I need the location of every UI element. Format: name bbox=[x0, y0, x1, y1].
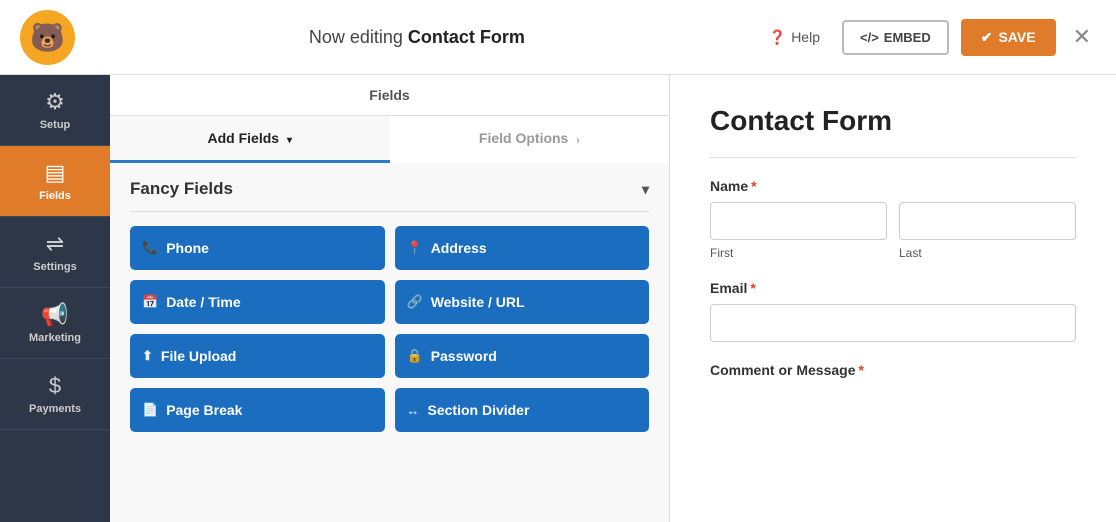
comment-required-star: * bbox=[858, 362, 863, 378]
calendar-icon: 📅 bbox=[142, 294, 158, 310]
fields-header-text: Fields bbox=[369, 87, 409, 103]
fields-panel-header: Fields bbox=[110, 75, 669, 116]
page-break-icon: 📄 bbox=[142, 402, 158, 418]
gear-icon: ⚙ bbox=[45, 89, 65, 115]
tabs-row: Add Fields ▾ Field Options › bbox=[110, 116, 669, 163]
name-label: Name * bbox=[710, 178, 1076, 194]
close-button[interactable]: ✕ bbox=[1068, 24, 1096, 50]
address-label: Address bbox=[431, 240, 487, 256]
field-btn-file-upload[interactable]: ⬆ File Upload bbox=[130, 334, 385, 378]
name-label-text: Name bbox=[710, 178, 748, 194]
field-options-chevron: › bbox=[576, 135, 579, 146]
name-required-star: * bbox=[751, 178, 756, 194]
comment-label: Comment or Message * bbox=[710, 362, 1076, 378]
logo-area: 🐻 bbox=[20, 10, 75, 65]
sidebar-settings-label: Settings bbox=[33, 261, 76, 273]
field-btn-page-break[interactable]: 📄 Page Break bbox=[130, 388, 385, 432]
tab-field-options[interactable]: Field Options › bbox=[390, 116, 670, 163]
name-field-group: Name * First Last bbox=[710, 178, 1076, 260]
section-divider-icon: ↔ bbox=[407, 403, 420, 418]
payments-icon: $ bbox=[49, 373, 61, 399]
first-label: First bbox=[710, 246, 887, 260]
add-fields-tab-label: Add Fields bbox=[208, 130, 280, 146]
help-label: Help bbox=[791, 29, 820, 45]
close-icon: ✕ bbox=[1073, 24, 1091, 49]
form-title: Contact Form bbox=[710, 105, 1076, 137]
embed-button[interactable]: </> EMBED bbox=[842, 20, 949, 55]
field-btn-phone[interactable]: 📞 Phone bbox=[130, 226, 385, 270]
embed-icon: </> bbox=[860, 30, 879, 45]
phone-icon: 📞 bbox=[142, 240, 158, 256]
fancy-fields-label: Fancy Fields bbox=[130, 179, 233, 199]
sidebar-fields-label: Fields bbox=[39, 190, 71, 202]
help-button[interactable]: ❓ Help bbox=[759, 23, 830, 52]
form-preview: Contact Form Name * First Last Email * bbox=[670, 75, 1116, 522]
checkmark-icon: ✔ bbox=[981, 29, 993, 46]
field-btn-date-time[interactable]: 📅 Date / Time bbox=[130, 280, 385, 324]
sidebar-item-settings[interactable]: ⇌ Settings bbox=[0, 217, 110, 288]
email-label: Email * bbox=[710, 280, 1076, 296]
field-btn-section-divider[interactable]: ↔ Section Divider bbox=[395, 388, 650, 432]
fancy-fields-header: Fancy Fields ▾ bbox=[130, 179, 649, 212]
embed-label: EMBED bbox=[884, 30, 931, 45]
help-icon: ❓ bbox=[769, 29, 786, 46]
lock-icon: 🔒 bbox=[407, 348, 423, 364]
field-btn-website-url[interactable]: 🔗 Website / URL bbox=[395, 280, 650, 324]
name-inputs bbox=[710, 202, 1076, 240]
sidebar-item-fields[interactable]: ▤ Fields bbox=[0, 146, 110, 217]
last-name-input[interactable] bbox=[899, 202, 1076, 240]
tab-add-fields[interactable]: Add Fields ▾ bbox=[110, 116, 390, 163]
sidebar-payments-label: Payments bbox=[29, 403, 81, 415]
first-name-input[interactable] bbox=[710, 202, 887, 240]
date-time-label: Date / Time bbox=[166, 294, 240, 310]
file-upload-label: File Upload bbox=[161, 348, 236, 364]
field-buttons-grid: 📞 Phone 📍 Address 📅 Date / Time 🔗 Websit… bbox=[130, 226, 649, 432]
sidebar-marketing-label: Marketing bbox=[29, 332, 81, 344]
password-label: Password bbox=[431, 348, 497, 364]
sidebar-item-setup[interactable]: ⚙ Setup bbox=[0, 75, 110, 146]
form-name: Contact Form bbox=[408, 27, 525, 47]
link-icon: 🔗 bbox=[407, 294, 423, 310]
email-input[interactable] bbox=[710, 304, 1076, 342]
add-fields-chevron: ▾ bbox=[287, 135, 292, 146]
editing-prefix: Now editing bbox=[309, 27, 408, 47]
sidebar: ⚙ Setup ▤ Fields ⇌ Settings 📢 Marketing … bbox=[0, 75, 110, 522]
phone-label: Phone bbox=[166, 240, 209, 256]
address-icon: 📍 bbox=[407, 240, 423, 256]
settings-icon: ⇌ bbox=[46, 231, 64, 257]
email-required-star: * bbox=[750, 280, 755, 296]
sidebar-item-marketing[interactable]: 📢 Marketing bbox=[0, 288, 110, 359]
fields-icon: ▤ bbox=[45, 160, 66, 186]
marketing-icon: 📢 bbox=[41, 302, 68, 328]
fields-content: Fancy Fields ▾ 📞 Phone 📍 Address 📅 Date … bbox=[110, 163, 669, 522]
form-divider bbox=[710, 157, 1076, 158]
logo-icon: 🐻 bbox=[20, 10, 75, 65]
field-btn-password[interactable]: 🔒 Password bbox=[395, 334, 650, 378]
last-label: Last bbox=[899, 246, 1076, 260]
fields-panel: Fields Add Fields ▾ Field Options › Fanc… bbox=[110, 75, 670, 522]
name-sub-labels: First Last bbox=[710, 246, 1076, 260]
page-break-label: Page Break bbox=[166, 402, 242, 418]
fancy-fields-chevron: ▾ bbox=[642, 181, 649, 198]
sidebar-item-payments[interactable]: $ Payments bbox=[0, 359, 110, 430]
save-label: SAVE bbox=[998, 29, 1035, 45]
website-url-label: Website / URL bbox=[431, 294, 525, 310]
upload-icon: ⬆ bbox=[142, 348, 153, 364]
section-divider-label: Section Divider bbox=[428, 402, 530, 418]
editing-label: Now editing Contact Form bbox=[75, 27, 759, 48]
sidebar-setup-label: Setup bbox=[40, 119, 71, 131]
field-options-tab-label: Field Options bbox=[479, 130, 568, 146]
comment-field-group: Comment or Message * bbox=[710, 362, 1076, 378]
save-button[interactable]: ✔ SAVE bbox=[961, 19, 1056, 56]
top-bar-actions: ❓ Help </> EMBED ✔ SAVE ✕ bbox=[759, 19, 1096, 56]
email-field-group: Email * bbox=[710, 280, 1076, 342]
top-bar: 🐻 Now editing Contact Form ❓ Help </> EM… bbox=[0, 0, 1116, 75]
field-btn-address[interactable]: 📍 Address bbox=[395, 226, 650, 270]
comment-label-text: Comment or Message bbox=[710, 362, 855, 378]
email-label-text: Email bbox=[710, 280, 747, 296]
main-layout: ⚙ Setup ▤ Fields ⇌ Settings 📢 Marketing … bbox=[0, 75, 1116, 522]
